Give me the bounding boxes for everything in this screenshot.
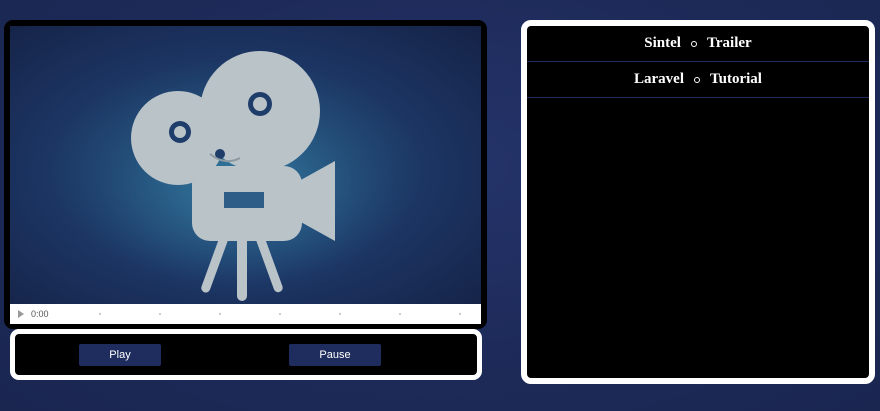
video-control-bar[interactable]: 0:00 (10, 304, 481, 324)
playlist-item-title: Sintel (644, 35, 681, 51)
page: 0:00 Play Pause Sintel Trailer Laravel T… (0, 0, 880, 411)
play-button[interactable]: Play (79, 344, 161, 366)
pause-button[interactable]: Pause (289, 344, 381, 366)
controls-panel: Play Pause (10, 329, 482, 380)
movie-camera-icon (70, 51, 410, 301)
playlist: Sintel Trailer Laravel Tutorial (521, 20, 875, 384)
play-icon[interactable] (18, 310, 24, 318)
video-screen[interactable] (10, 26, 481, 304)
playlist-item-title: Laravel (634, 71, 685, 87)
current-time: 0:00 (31, 309, 49, 319)
playlist-item-laravel-tutorial[interactable]: Laravel Tutorial (527, 62, 869, 98)
playlist-item-sintel-trailer[interactable]: Sintel Trailer (527, 26, 869, 62)
video-player[interactable]: 0:00 (4, 20, 487, 329)
playlist-item-subtitle: Trailer (706, 35, 752, 51)
bullet-icon (690, 40, 697, 47)
playlist-item-subtitle: Tutorial (710, 71, 762, 87)
progress-track[interactable] (70, 313, 473, 315)
bullet-icon (694, 76, 701, 83)
